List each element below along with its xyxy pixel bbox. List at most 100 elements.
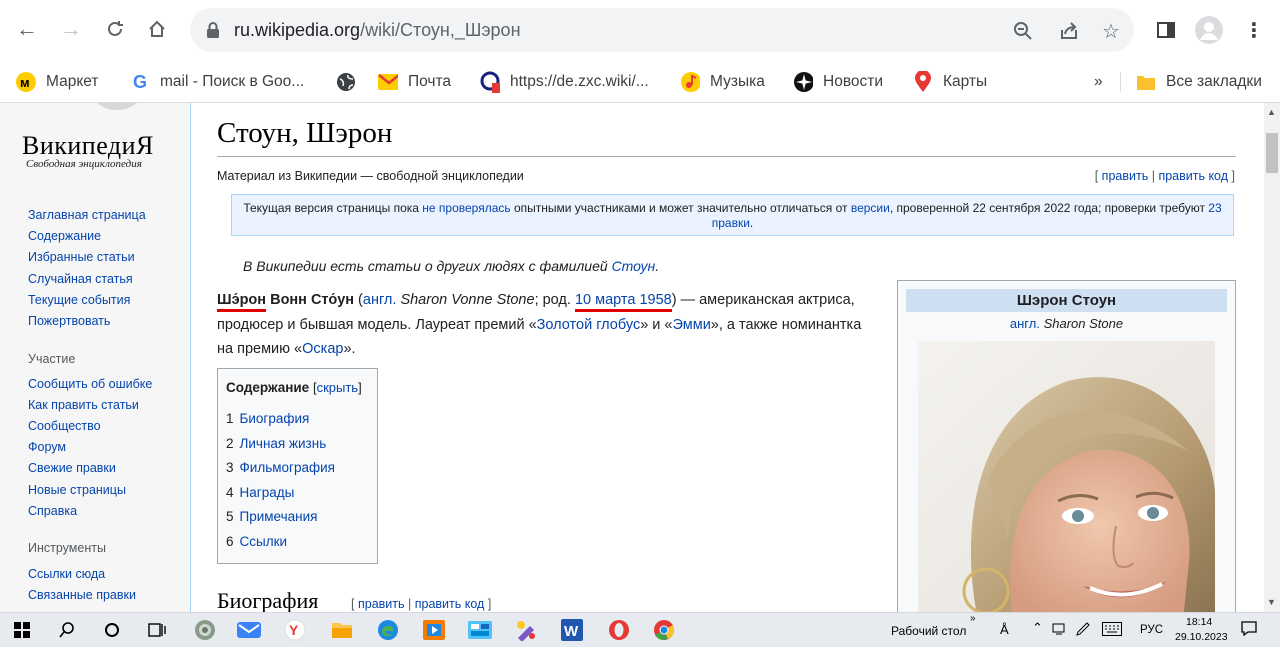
- hatnote-stone-link[interactable]: Стоун: [612, 258, 656, 274]
- folder-icon: [1136, 72, 1156, 92]
- notifications-icon[interactable]: [1240, 620, 1258, 641]
- bookmark-maps[interactable]: Карты: [913, 70, 987, 94]
- bookmarks-more-button[interactable]: »: [1094, 70, 1103, 94]
- news-icon: [793, 72, 813, 92]
- bookmark-pochta[interactable]: Почта: [378, 70, 451, 94]
- sidebar-item-random[interactable]: Случайная статья: [28, 272, 133, 286]
- sidebar-item-related-changes[interactable]: Связанные правки: [28, 588, 136, 602]
- sidebar-item-help[interactable]: Справка: [28, 504, 77, 518]
- bookmark-globe[interactable]: [336, 70, 366, 94]
- taskbar-opera-icon[interactable]: [607, 618, 631, 642]
- desktop-toolbar-label[interactable]: Рабочий стол: [891, 624, 966, 638]
- sidebar-item-how-to-edit[interactable]: Как править статьи: [28, 398, 139, 412]
- wikipedia-globe-logo[interactable]: [82, 103, 152, 113]
- reload-icon[interactable]: [100, 14, 130, 44]
- toc-item-filmography[interactable]: 3 Фильмография: [226, 460, 335, 475]
- taskbar-control-panel-icon[interactable]: [468, 618, 492, 642]
- birth-year-link[interactable]: 1958: [639, 292, 671, 308]
- sidebar-item-donate[interactable]: Пожертвовать: [28, 314, 110, 328]
- back-icon[interactable]: ←: [12, 14, 42, 44]
- toc-hide-button[interactable]: скрыть: [317, 380, 359, 395]
- lead-engl-link[interactable]: англ.: [363, 292, 397, 308]
- input-language[interactable]: РУС: [1140, 624, 1163, 636]
- infobox-portrait-photo[interactable]: [918, 341, 1215, 612]
- lock-icon[interactable]: [206, 21, 220, 44]
- all-bookmarks-folder[interactable]: Все закладки: [1136, 70, 1262, 94]
- profile-avatar[interactable]: [1195, 16, 1223, 44]
- network-icon[interactable]: [1052, 622, 1068, 639]
- sidebar-item-featured[interactable]: Избранные статьи: [28, 250, 135, 264]
- toc-item-personal-life[interactable]: 2 Личная жизнь: [226, 436, 326, 451]
- page-scrollbar[interactable]: ▲ ▼: [1264, 103, 1280, 612]
- emmy-link[interactable]: Эмми: [673, 317, 711, 333]
- wiki-logo-title[interactable]: ВикипедиЯ: [22, 131, 154, 161]
- sidebar-item-current-events[interactable]: Текущие события: [28, 293, 130, 307]
- oscar-link[interactable]: Оскар: [302, 341, 343, 357]
- clock-date[interactable]: 29.10.2023: [1175, 631, 1228, 643]
- share-icon[interactable]: [1056, 18, 1082, 44]
- taskbar-word-icon[interactable]: W: [560, 618, 584, 642]
- golden-globe-link[interactable]: Золотой глобус: [537, 317, 641, 333]
- sidebar-item-contents[interactable]: Содержание: [28, 229, 101, 243]
- bookmark-mail-search[interactable]: G mail - Поиск в Goo...: [130, 70, 304, 94]
- bookmark-zxc-wiki[interactable]: https://de.zxc.wiki/...: [480, 70, 649, 94]
- sidebar-item-main-page[interactable]: Заглавная страница: [28, 208, 146, 222]
- address-bar[interactable]: ru.wikipedia.org/wiki/Стоун,_Шэрон ☆: [190, 8, 1134, 52]
- mail-icon: [378, 72, 398, 92]
- taskbar-mail-icon[interactable]: [237, 618, 261, 642]
- home-icon[interactable]: [142, 14, 172, 44]
- birth-date-link[interactable]: 10 марта: [575, 292, 635, 308]
- scroll-thumb[interactable]: [1266, 133, 1278, 173]
- toc-item-biography[interactable]: 1 Биография: [226, 411, 309, 426]
- birthdate-underlined: 10 марта 1958: [574, 292, 672, 312]
- edit-source-link[interactable]: править код: [1158, 169, 1228, 183]
- bookmark-market[interactable]: м Маркет: [16, 70, 99, 94]
- scroll-down-icon[interactable]: ▼: [1267, 597, 1276, 607]
- section-edit-link[interactable]: править: [358, 597, 405, 611]
- section-edit-source-link[interactable]: править код: [415, 597, 485, 611]
- taskbar-media-player-icon[interactable]: [422, 618, 446, 642]
- edit-link[interactable]: править: [1102, 169, 1149, 183]
- toc-item-links[interactable]: 6 Ссылки: [226, 534, 287, 549]
- taskbar-yandex-browser-icon[interactable]: Y: [283, 618, 307, 642]
- sidebar-item-report-error[interactable]: Сообщить об ошибке: [28, 377, 152, 391]
- toolbar-chevron[interactable]: »: [970, 613, 976, 624]
- star-icon[interactable]: ☆: [1098, 18, 1124, 44]
- infobox-engl-link[interactable]: англ.: [1010, 316, 1040, 331]
- taskbar-chrome-icon[interactable]: [652, 618, 676, 642]
- zoom-icon[interactable]: [1010, 18, 1036, 44]
- toc-item-awards[interactable]: 4 Награды: [226, 485, 294, 500]
- scroll-up-icon[interactable]: ▲: [1267, 107, 1276, 117]
- sidebar-heading-participation: Участие: [28, 352, 76, 366]
- bookmark-music[interactable]: Музыка: [680, 70, 765, 94]
- taskbar-edge-icon[interactable]: [376, 618, 400, 642]
- forward-icon[interactable]: →: [56, 14, 86, 44]
- cortana-icon[interactable]: [100, 618, 124, 642]
- toc-item-notes[interactable]: 5 Примечания: [226, 509, 317, 524]
- touch-keyboard-icon[interactable]: [1102, 622, 1122, 639]
- taskbar-search-icon[interactable]: [55, 618, 79, 642]
- notice-unchecked-link[interactable]: не проверялась: [422, 201, 510, 215]
- taskbar-file-explorer-icon[interactable]: [330, 618, 354, 642]
- task-view-icon[interactable]: [145, 618, 169, 642]
- taskbar-paint-icon[interactable]: [514, 618, 538, 642]
- pen-icon[interactable]: [1075, 621, 1091, 640]
- sidebar-item-recent-changes[interactable]: Свежие правки: [28, 461, 116, 475]
- clock-time[interactable]: 18:14: [1186, 616, 1212, 628]
- sidebar-item-community[interactable]: Сообщество: [28, 419, 101, 433]
- notice-version-link[interactable]: версии: [851, 201, 890, 215]
- sidebar-item-new-pages[interactable]: Новые страницы: [28, 483, 126, 497]
- people-icon[interactable]: Å: [1000, 622, 1009, 637]
- bookmark-news[interactable]: Новости: [793, 70, 883, 94]
- windows-start-icon[interactable]: [10, 618, 34, 642]
- side-panel-icon[interactable]: [1152, 16, 1180, 44]
- maps-icon: [913, 71, 933, 92]
- toc-title: Содержание [скрыть]: [226, 380, 362, 395]
- sidebar-item-forum[interactable]: Форум: [28, 440, 66, 454]
- menu-icon[interactable]: ⋮: [1240, 16, 1268, 44]
- sidebar-item-what-links-here[interactable]: Ссылки сюда: [28, 567, 105, 581]
- url-text: ru.wikipedia.org/wiki/Стоун,_Шэрон: [234, 20, 521, 40]
- tray-expand-icon[interactable]: ⌃: [1032, 620, 1043, 636]
- section-heading-biography: Биография: [217, 588, 319, 612]
- taskbar-app-disk-icon[interactable]: [193, 618, 217, 642]
